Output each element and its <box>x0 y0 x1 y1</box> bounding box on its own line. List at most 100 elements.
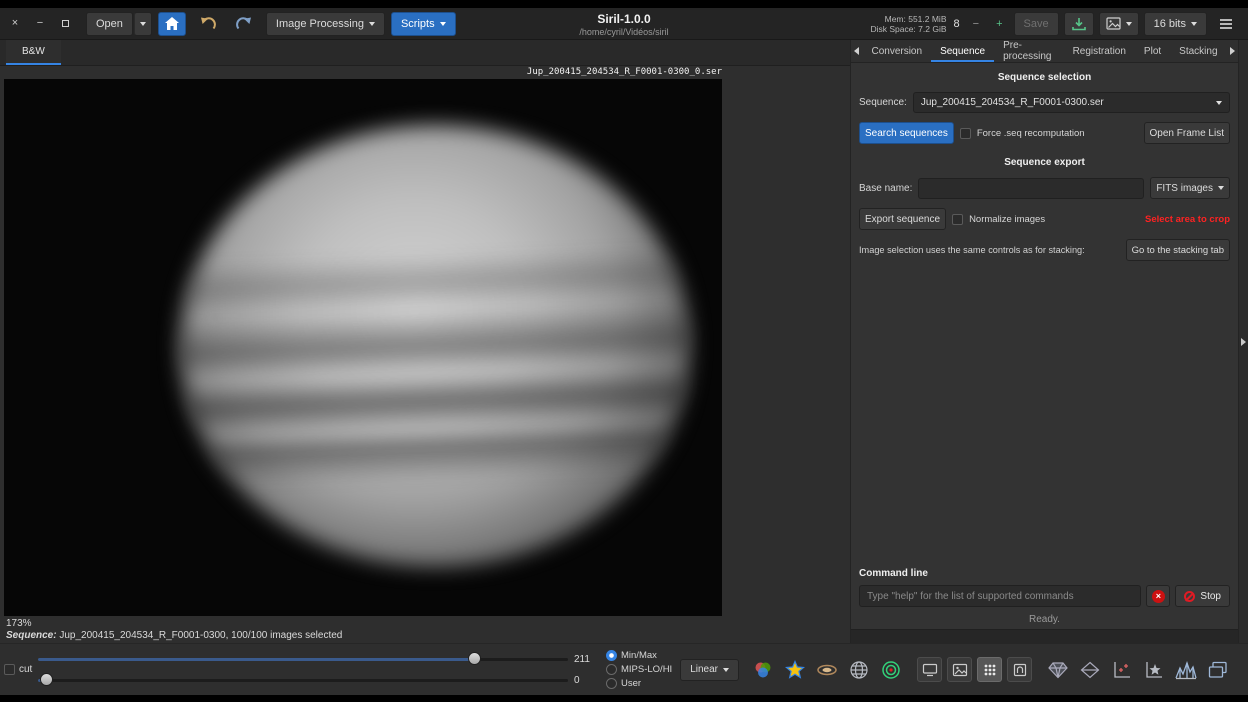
single-view-button[interactable] <box>1007 657 1032 682</box>
panel-tabs: Conversion Sequence Pre-processing Regis… <box>851 40 1238 63</box>
tab-pre-processing[interactable]: Pre-processing <box>994 40 1063 62</box>
tab-sequence[interactable]: Sequence <box>931 40 994 62</box>
decrease-button[interactable]: − <box>967 14 985 34</box>
force-seq-recomputation-checkbox[interactable] <box>960 128 971 139</box>
tab-plot[interactable]: Plot <box>1135 40 1170 62</box>
arrow-left-icon <box>854 47 859 55</box>
galaxy-button[interactable] <box>815 658 839 682</box>
histogram-button[interactable] <box>1174 658 1198 682</box>
slider-track[interactable] <box>38 679 568 682</box>
rgb-channels-icon <box>753 660 773 680</box>
restore-icon <box>62 20 69 27</box>
app-title: Siril-1.0.0 <box>579 12 668 26</box>
undo-button[interactable] <box>192 12 223 36</box>
bit-depth-label: 16 bits <box>1154 18 1186 30</box>
cut-checkbox[interactable] <box>4 664 15 675</box>
chevron-down-icon <box>1216 101 1222 105</box>
negative-view-icon <box>1013 663 1027 677</box>
resource-info: Mem: 551.2 MiB Disk Space: 7.2 GiB <box>870 14 946 34</box>
high-slider-thumb[interactable] <box>468 652 481 665</box>
plot-axes-button[interactable] <box>1110 658 1134 682</box>
window-close-button[interactable]: × <box>8 17 22 31</box>
star-detection-button[interactable] <box>783 658 807 682</box>
photometry-icon <box>881 660 901 680</box>
photo-icon <box>952 663 968 677</box>
radio-user[interactable]: User <box>606 677 672 690</box>
snapshot-menu-button[interactable] <box>1099 12 1139 36</box>
normalize-images-checkbox[interactable] <box>952 214 963 225</box>
low-slider-thumb[interactable] <box>40 673 53 686</box>
redo-button[interactable] <box>229 12 260 36</box>
search-sequences-button[interactable]: Search sequences <box>859 122 954 144</box>
bit-depth-button[interactable]: 16 bits <box>1144 12 1207 36</box>
display-mode-label: Linear <box>690 664 718 675</box>
menu-button[interactable] <box>1212 12 1240 36</box>
level-sliders: 211 0 <box>38 652 594 687</box>
window-title: Siril-1.0.0 /home/cyril/Vidéos/siril <box>579 12 668 37</box>
goto-stacking-tab-button[interactable]: Go to the stacking tab <box>1126 239 1230 261</box>
undo-icon <box>199 16 216 31</box>
save-button[interactable]: Save <box>1014 12 1059 36</box>
home-icon <box>165 17 179 30</box>
stop-button[interactable]: Stop <box>1175 585 1230 607</box>
minimize-icon: − <box>37 18 43 29</box>
low-level-slider[interactable] <box>38 673 568 687</box>
image-preview-button[interactable] <box>947 657 972 682</box>
radio-user-label: User <box>621 678 641 689</box>
cut-control: cut <box>4 664 38 675</box>
annotations-globe-button[interactable] <box>847 658 871 682</box>
jupiter-bands <box>180 125 690 567</box>
photometry-button[interactable] <box>879 658 903 682</box>
chevron-down-icon <box>1126 22 1132 26</box>
export-sequence-button[interactable]: Export sequence <box>859 208 946 230</box>
panel-collapse-handle[interactable] <box>1238 40 1248 643</box>
tab-conversion[interactable]: Conversion <box>862 40 931 62</box>
increase-button[interactable]: + <box>990 14 1008 34</box>
tab-stacking[interactable]: Stacking <box>1170 40 1226 62</box>
gem-button[interactable] <box>1046 658 1070 682</box>
layers-icon <box>1208 661 1228 679</box>
clear-console-button[interactable]: × <box>1146 585 1170 607</box>
header-right: Mem: 551.2 MiB Disk Space: 7.2 GiB 8 − +… <box>870 12 1240 36</box>
preview-button[interactable] <box>917 657 942 682</box>
diamond-button[interactable] <box>1078 658 1102 682</box>
window-minimize-button[interactable]: − <box>33 17 47 31</box>
command-line-title: Command line <box>859 568 1230 579</box>
disk-space: Disk Space: 7.2 GiB <box>870 24 946 34</box>
radio-dot-icon <box>606 664 617 675</box>
display-mode-button[interactable]: Linear <box>680 659 739 681</box>
image-processing-label: Image Processing <box>276 18 364 30</box>
high-level-slider[interactable] <box>38 652 568 666</box>
export-format-label: FITS images <box>1156 183 1213 194</box>
radio-mips[interactable]: MIPS-LO/HI <box>606 663 672 676</box>
save-as-button[interactable] <box>1064 12 1094 36</box>
command-input[interactable] <box>859 585 1141 607</box>
home-button[interactable] <box>158 12 186 36</box>
histogram-icon <box>1175 660 1197 680</box>
layers-button[interactable] <box>1206 658 1230 682</box>
scripts-button[interactable]: Scripts <box>391 12 456 36</box>
stop-label: Stop <box>1200 591 1221 602</box>
image-canvas[interactable] <box>4 79 722 616</box>
statusbar: 173% Sequence: Jup_200415_204534_R_F0001… <box>0 617 850 643</box>
open-recent-button[interactable] <box>134 12 152 36</box>
window-restore-button[interactable] <box>58 17 72 31</box>
grid-view-button[interactable] <box>977 657 1002 682</box>
tab-registration[interactable]: Registration <box>1064 40 1135 62</box>
tabs-scroll-left-button[interactable] <box>851 40 862 62</box>
siril-window: × − Open Image Processing Scripts <box>0 8 1248 695</box>
radio-minmax[interactable]: Min/Max <box>606 649 672 662</box>
plot-star-button[interactable] <box>1142 658 1166 682</box>
open-frame-list-button[interactable]: Open Frame List <box>1144 122 1230 144</box>
chevron-down-icon <box>369 22 375 26</box>
force-seq-recomputation-label: Force .seq recomputation <box>977 128 1085 139</box>
base-name-label: Base name: <box>859 183 912 194</box>
tabs-scroll-right-button[interactable] <box>1227 40 1238 62</box>
image-processing-button[interactable]: Image Processing <box>266 12 385 36</box>
export-format-button[interactable]: FITS images <box>1150 177 1230 199</box>
base-name-input[interactable] <box>918 178 1144 199</box>
tab-bw[interactable]: B&W <box>6 40 61 65</box>
rgb-channels-button[interactable] <box>751 658 775 682</box>
open-button[interactable]: Open <box>86 12 133 36</box>
sequence-select[interactable]: Jup_200415_204534_R_F0001-0300.ser <box>913 92 1230 113</box>
